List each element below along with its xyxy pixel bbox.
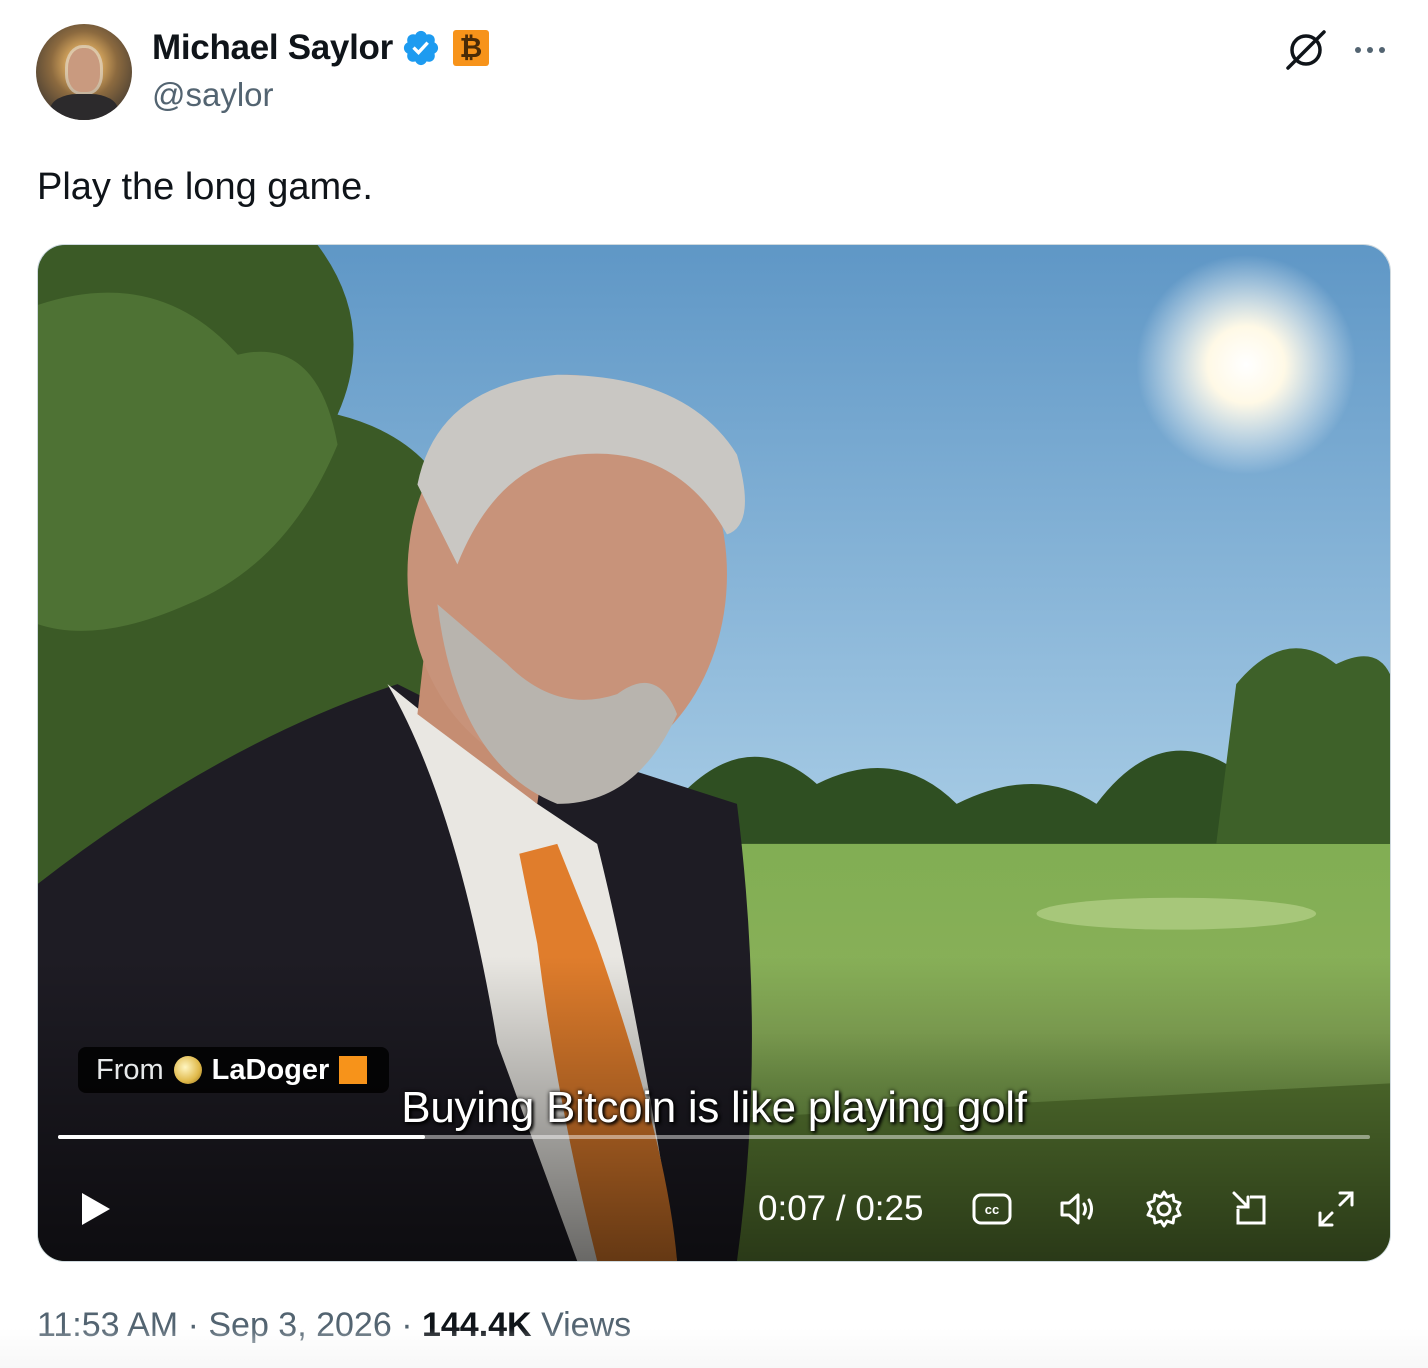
author-name-row: Michael Saylor ₿	[152, 28, 489, 68]
bitcoin-badge-icon[interactable]: ₿	[452, 30, 489, 66]
video-progress-bar[interactable]	[58, 1135, 1370, 1139]
settings-gear-icon[interactable]	[1142, 1187, 1186, 1231]
volume-icon[interactable]	[1056, 1187, 1100, 1231]
video-time: 0:07 / 0:25	[758, 1189, 923, 1229]
from-label: From	[96, 1053, 164, 1086]
grok-icon[interactable]	[1282, 26, 1330, 74]
orange-square-icon	[339, 1056, 368, 1084]
bottom-fade	[0, 1328, 1428, 1368]
video-progress-fill	[58, 1135, 426, 1139]
source-avatar-icon	[173, 1056, 202, 1084]
video-controls: 0:07 / 0:25 cc	[38, 1175, 1390, 1245]
video-subtitle: Buying Bitcoin is like playing golf	[401, 1083, 1027, 1132]
picture-in-picture-icon[interactable]	[1228, 1187, 1272, 1231]
current-time: 0:07	[758, 1189, 827, 1228]
author-avatar[interactable]	[36, 24, 132, 120]
duration: 0:25	[855, 1189, 924, 1228]
tweet-text: Play the long game.	[37, 166, 373, 208]
author-handle[interactable]: @saylor	[152, 76, 274, 114]
video-player[interactable]: From LaDoger Buying Bitcoin is like play…	[37, 244, 1391, 1262]
play-icon[interactable]	[74, 1189, 114, 1229]
closed-captions-icon[interactable]: cc	[970, 1187, 1014, 1231]
verified-badge-icon[interactable]	[401, 28, 441, 68]
avatar-suit	[50, 94, 118, 120]
svg-text:cc: cc	[985, 1202, 999, 1217]
author-display-name[interactable]: Michael Saylor	[152, 28, 393, 68]
avatar-face	[68, 48, 100, 92]
time-separator: /	[826, 1189, 856, 1228]
fullscreen-icon[interactable]	[1314, 1187, 1358, 1231]
more-options-icon[interactable]	[1350, 30, 1390, 70]
source-name: LaDoger	[211, 1053, 330, 1086]
